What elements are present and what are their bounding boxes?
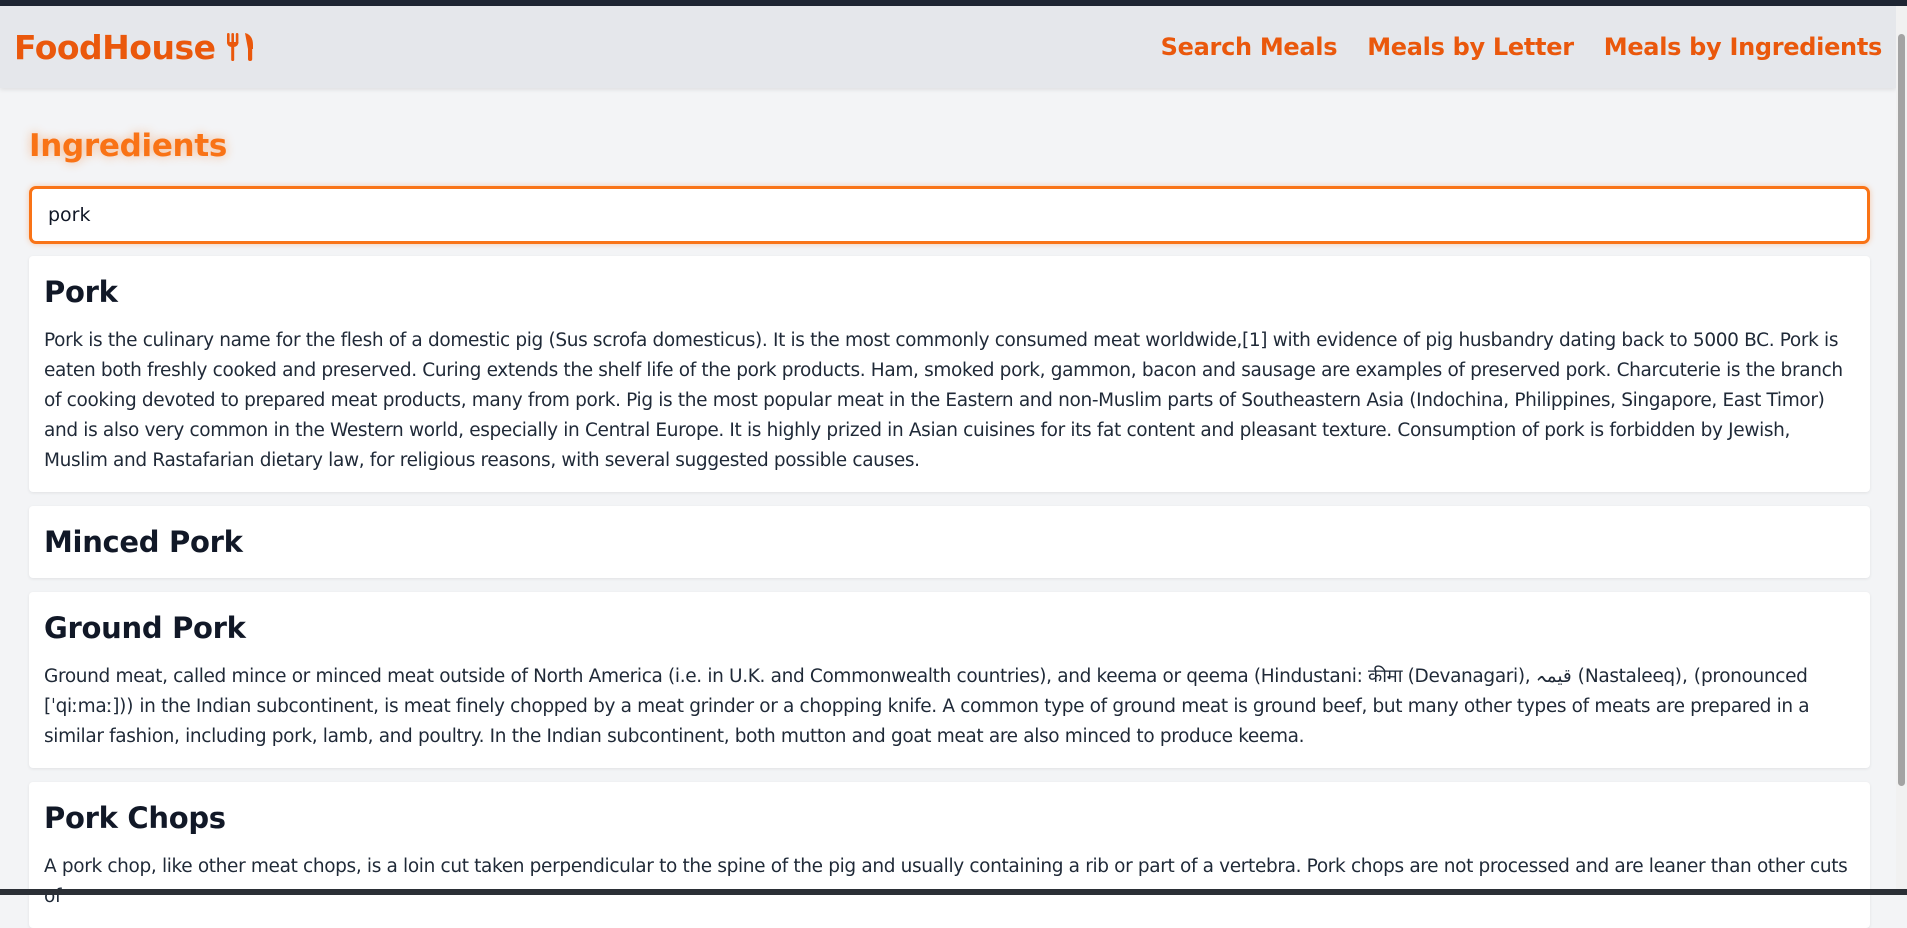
ingredient-name[interactable]: Ground Pork	[44, 610, 1855, 646]
ingredient-name[interactable]: Pork	[44, 274, 1855, 310]
brand-logo[interactable]: FoodHouse	[14, 28, 255, 67]
nav-meals-by-ingredients[interactable]: Meals by Ingredients	[1604, 33, 1882, 61]
ingredient-card: Ground Pork Ground meat, called mince or…	[29, 592, 1870, 768]
main-content: Ingredients Pork Pork is the culinary na…	[29, 88, 1870, 928]
os-taskbar-edge	[0, 889, 1907, 895]
fork-knife-icon	[225, 31, 255, 63]
ingredient-name[interactable]: Minced Pork	[44, 524, 1855, 560]
ingredient-list: Pork Pork is the culinary name for the f…	[29, 256, 1870, 928]
ingredient-description: Ground meat, called mince or minced meat…	[44, 662, 1855, 752]
ingredient-name[interactable]: Pork Chops	[44, 800, 1855, 836]
scrollbar-thumb[interactable]	[1898, 34, 1905, 786]
nav-search-meals[interactable]: Search Meals	[1161, 33, 1338, 61]
navbar: FoodHouse Search Meals Meals by Letter M…	[0, 6, 1896, 88]
ingredient-card: Pork Pork is the culinary name for the f…	[29, 256, 1870, 492]
brand-name: FoodHouse	[14, 28, 215, 67]
ingredient-card: Minced Pork	[29, 506, 1870, 578]
page-title: Ingredients	[29, 124, 1870, 168]
page-scrollbar[interactable]	[1896, 6, 1907, 889]
ingredient-description: Pork is the culinary name for the flesh …	[44, 326, 1855, 476]
ingredient-description: A pork chop, like other meat chops, is a…	[44, 852, 1855, 912]
ingredient-card: Pork Chops A pork chop, like other meat …	[29, 782, 1870, 928]
nav-meals-by-letter[interactable]: Meals by Letter	[1367, 33, 1574, 61]
ingredient-search-input[interactable]	[29, 186, 1870, 244]
nav-links: Search Meals Meals by Letter Meals by In…	[1131, 33, 1882, 61]
